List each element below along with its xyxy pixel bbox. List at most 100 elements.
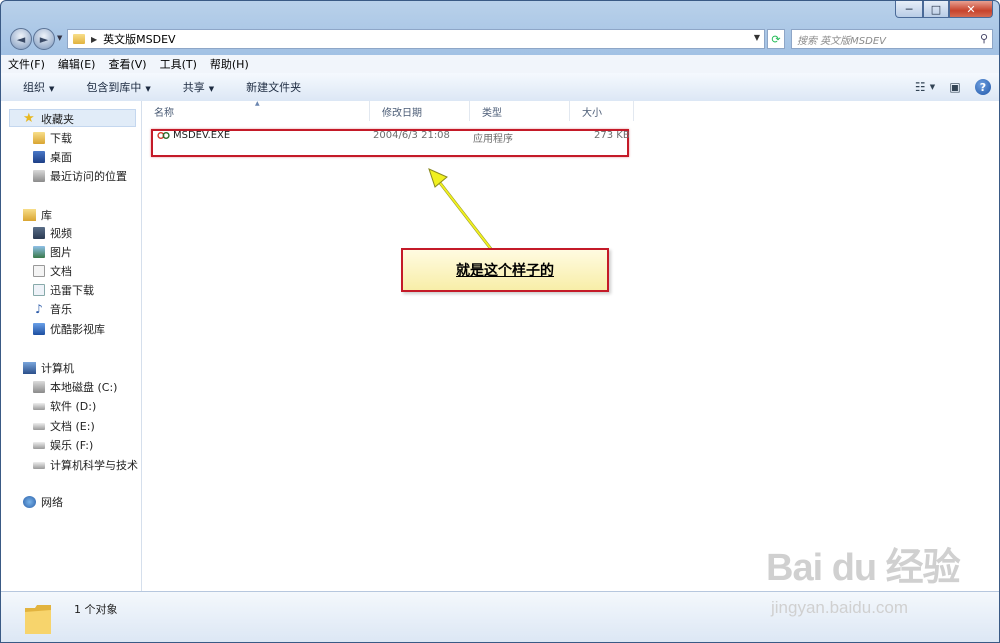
nav-item-label: 下载 bbox=[50, 132, 72, 145]
baidu-watermark: Bai du 经验 jingyan.baidu.com bbox=[766, 536, 961, 617]
nav-item-label: 计算机科学与技术 ( bbox=[50, 459, 146, 472]
nav-libraries-label: 库 bbox=[41, 209, 52, 222]
drive-icon bbox=[33, 441, 45, 449]
organize-label: 组织 bbox=[23, 81, 45, 94]
column-header-type[interactable]: 类型 bbox=[470, 101, 570, 121]
nav-item-label: 视频 bbox=[50, 227, 72, 240]
nav-item-pictures[interactable]: 图片 bbox=[33, 244, 72, 260]
msdev-app-icon bbox=[157, 132, 170, 139]
nav-item-label: 优酷影视库 bbox=[50, 323, 105, 336]
file-size: 273 KB bbox=[594, 130, 630, 141]
downloads-icon bbox=[33, 132, 45, 144]
nav-item-label: 音乐 bbox=[50, 303, 72, 316]
command-toolbar: 组织 ▼ 包含到库中 ▼ 共享 ▼ 新建文件夹 ☷ ▼ ▣ ? bbox=[1, 73, 999, 102]
drive-icon bbox=[33, 402, 45, 410]
nav-item-downloads[interactable]: 下载 bbox=[33, 130, 72, 146]
nav-item-label: 本地磁盘 (C:) bbox=[50, 381, 118, 394]
nav-item-music[interactable]: ♪ 音乐 bbox=[33, 301, 72, 317]
nav-item-thunder-downloads[interactable]: 迅雷下载 bbox=[33, 282, 94, 298]
item-count: 1 个对象 bbox=[74, 603, 118, 616]
nav-item-drive-d[interactable]: 软件 (D:) bbox=[33, 398, 96, 414]
nav-item-label: 迅雷下载 bbox=[50, 284, 94, 297]
chevron-down-icon: ▼ bbox=[208, 85, 215, 93]
thunder-download-icon bbox=[33, 284, 45, 296]
close-button[interactable]: ✕ bbox=[949, 1, 993, 18]
nav-item-label: 文档 bbox=[50, 265, 72, 278]
refresh-icon[interactable]: ⟳ bbox=[767, 29, 785, 49]
menu-help[interactable]: 帮助(H) bbox=[203, 56, 255, 72]
menu-file[interactable]: 文件(F) bbox=[1, 56, 51, 72]
pictures-icon bbox=[33, 246, 45, 258]
nav-item-videos[interactable]: 视频 bbox=[33, 225, 72, 241]
address-bar[interactable]: ▶ 英文版MSDEV ▼ bbox=[67, 29, 765, 49]
music-icon: ♪ bbox=[35, 302, 43, 316]
menu-edit[interactable]: 编辑(E) bbox=[51, 56, 102, 72]
nav-item-drive-cs[interactable]: 计算机科学与技术 ( bbox=[33, 457, 146, 473]
nav-item-documents[interactable]: 文档 bbox=[33, 263, 72, 279]
address-path[interactable]: 英文版MSDEV bbox=[103, 31, 175, 47]
recent-places-icon bbox=[33, 170, 45, 182]
documents-icon bbox=[33, 265, 45, 277]
navigation-pane: ★ 收藏夹 下载 桌面 最近访问的位置 库 视频 图片 文档 迅雷下载 ♪ 音乐 … bbox=[1, 101, 146, 591]
nav-item-label: 桌面 bbox=[50, 151, 72, 164]
column-header-modified[interactable]: 修改日期 bbox=[370, 101, 470, 121]
library-icon bbox=[23, 209, 36, 221]
video-icon bbox=[33, 227, 45, 239]
annotation-callout: 就是这个样子的 bbox=[401, 248, 609, 292]
view-options-icon[interactable]: ☷ ▼ bbox=[915, 78, 935, 96]
menu-tools[interactable]: 工具(T) bbox=[153, 56, 203, 72]
nav-computer[interactable]: 计算机 bbox=[23, 360, 74, 376]
address-dropdown-icon[interactable]: ▼ bbox=[754, 33, 760, 42]
network-icon bbox=[23, 496, 36, 508]
new-folder-button[interactable]: 新建文件夹 bbox=[224, 79, 311, 95]
caption-buttons: ─ □ ✕ bbox=[895, 1, 993, 18]
toolbar-right: ☷ ▼ ▣ ? bbox=[915, 73, 999, 101]
maximize-button[interactable]: □ bbox=[923, 1, 949, 18]
preview-pane-icon[interactable]: ▣ bbox=[945, 78, 965, 96]
nav-item-drive-f[interactable]: 娱乐 (F:) bbox=[33, 437, 93, 453]
nav-item-label: 最近访问的位置 bbox=[50, 170, 127, 183]
nav-item-youku[interactable]: 优酷影视库 bbox=[33, 321, 105, 337]
explorer-window: ─ □ ✕ ◄ ► ▼ ▶ 英文版MSDEV ▼ ⟳ 搜索 英文版MSDEV ⚲… bbox=[0, 0, 1000, 643]
column-header-size[interactable]: 大小 bbox=[570, 101, 634, 121]
recent-pages-dropdown-icon[interactable]: ▼ bbox=[57, 34, 62, 42]
file-list: ▲ 名称 修改日期 类型 大小 MSDEV.EXE 2004/6/3 21:08… bbox=[142, 100, 999, 591]
organize-button[interactable]: 组织 ▼ bbox=[1, 79, 64, 95]
nav-item-recent-places[interactable]: 最近访问的位置 bbox=[33, 168, 127, 184]
system-drive-icon bbox=[33, 381, 45, 393]
share-button[interactable]: 共享 ▼ bbox=[161, 79, 224, 95]
nav-favorites[interactable]: ★ 收藏夹 bbox=[23, 111, 74, 127]
star-icon: ★ bbox=[23, 111, 35, 126]
file-type: 应用程序 bbox=[473, 134, 513, 145]
chevron-down-icon: ▼ bbox=[145, 85, 151, 93]
nav-libraries[interactable]: 库 bbox=[23, 207, 52, 223]
breadcrumb-chevron-icon[interactable]: ▶ bbox=[91, 35, 97, 44]
watermark-logo: Bai du 经验 bbox=[766, 547, 961, 589]
nav-network[interactable]: 网络 bbox=[23, 494, 63, 510]
file-name[interactable]: MSDEV.EXE bbox=[173, 130, 230, 141]
folder-icon bbox=[73, 34, 85, 44]
navigation-bar: ◄ ► ▼ ▶ 英文版MSDEV ▼ ⟳ 搜索 英文版MSDEV ⚲ bbox=[1, 25, 999, 53]
search-input[interactable]: 搜索 英文版MSDEV ⚲ bbox=[791, 29, 993, 49]
search-icon[interactable]: ⚲ bbox=[980, 32, 988, 45]
chevron-down-icon: ▼ bbox=[49, 85, 55, 93]
nav-network-label: 网络 bbox=[41, 496, 63, 509]
share-label: 共享 bbox=[182, 81, 205, 94]
computer-icon bbox=[23, 362, 36, 374]
nav-favorites-label: 收藏夹 bbox=[41, 113, 74, 126]
nav-item-drive-e[interactable]: 文档 (E:) bbox=[33, 418, 95, 434]
minimize-button[interactable]: ─ bbox=[895, 1, 923, 18]
menu-view[interactable]: 查看(V) bbox=[101, 56, 152, 72]
drive-icon bbox=[33, 461, 45, 469]
nav-item-drive-c[interactable]: 本地磁盘 (C:) bbox=[33, 379, 117, 395]
help-icon[interactable]: ? bbox=[975, 79, 991, 95]
nav-item-desktop[interactable]: 桌面 bbox=[33, 149, 72, 165]
nav-item-label: 图片 bbox=[50, 246, 72, 259]
include-in-library-button[interactable]: 包含到库中 ▼ bbox=[64, 79, 160, 95]
forward-button[interactable]: ► bbox=[33, 28, 55, 50]
include-in-library-label: 包含到库中 bbox=[86, 81, 142, 94]
column-header-name[interactable]: 名称 bbox=[142, 101, 370, 121]
nav-item-label: 文档 (E:) bbox=[50, 420, 95, 433]
back-button[interactable]: ◄ bbox=[10, 28, 32, 50]
youku-library-icon bbox=[33, 323, 45, 335]
